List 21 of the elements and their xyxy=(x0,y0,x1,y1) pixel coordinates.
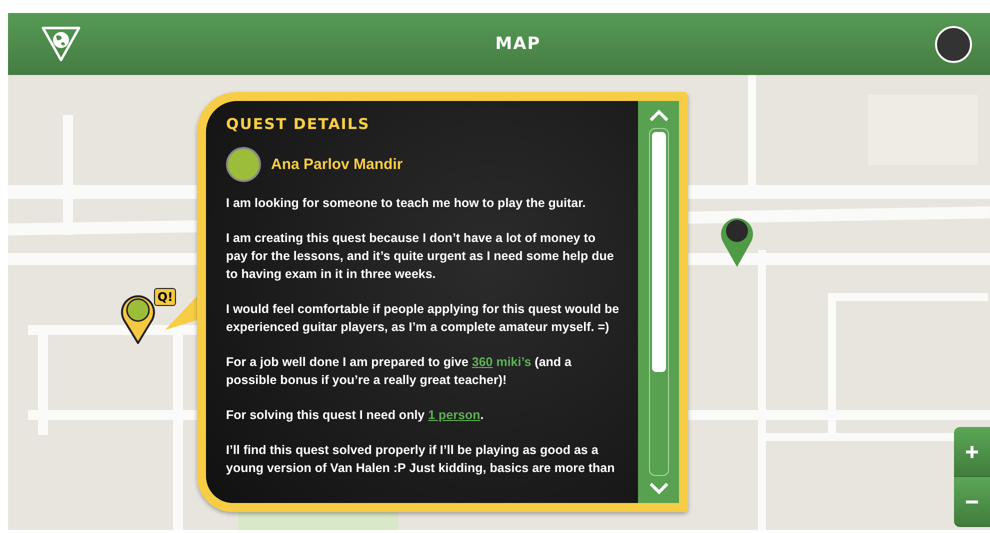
quest-badge: Q! xyxy=(154,288,176,306)
author-name[interactable]: Ana Parlov Mandir xyxy=(271,156,403,173)
scroll-up-icon[interactable] xyxy=(648,109,670,122)
zoom-out-button[interactable] xyxy=(954,477,990,527)
zoom-in-button[interactable] xyxy=(954,427,990,477)
description-paragraph: I am looking for someone to teach me how to play the guitar. xyxy=(226,195,587,212)
scrollbar-thumb[interactable] xyxy=(652,132,666,372)
user-avatar[interactable] xyxy=(934,26,972,62)
description-paragraph: I would feel comfortable if people applying for this quest would be experienced guitar players, as I’m a complete amateur myself. =) xyxy=(226,301,620,336)
description-paragraph: For solving this quest I need only 1 person. xyxy=(226,407,485,424)
panel-title: QUEST DETAILS xyxy=(226,115,371,133)
globe-shield-logo-icon[interactable] xyxy=(41,26,81,62)
page-title: MAP xyxy=(495,34,541,54)
quest-link[interactable]: 360 xyxy=(472,355,493,369)
description-paragraph: I’ll find this quest solved properly if I’ll be playing as good as a young version of Van Halen :P Just kidding, basics are more than xyxy=(226,442,616,477)
description-paragraph: For a job well done I am prepared to give 360 miki’s (and a possible bonus if you’re a really great teacher)! xyxy=(226,354,572,389)
scroll-down-icon[interactable] xyxy=(648,482,670,495)
description-paragraph: I am creating this quest because I don’t have a lot of money to pay for the lessons, and it’s quite urgent as I need some help due to having exam in it in three weeks. xyxy=(226,230,615,283)
quest-link[interactable]: 1 person xyxy=(428,408,480,422)
plus-icon xyxy=(965,444,979,458)
author-avatar xyxy=(226,147,261,182)
